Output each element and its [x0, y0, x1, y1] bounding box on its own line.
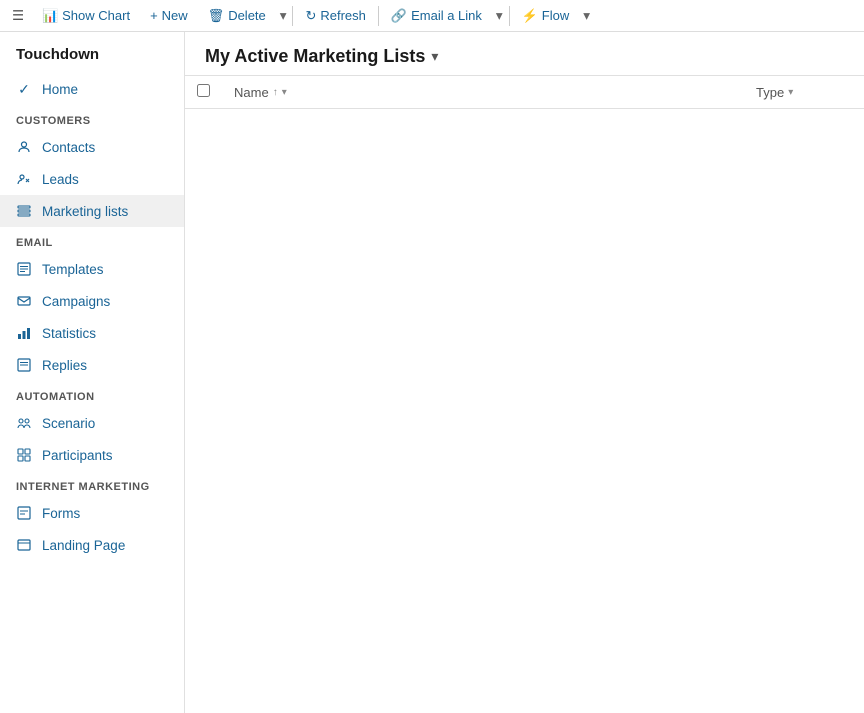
- sidebar-item-statistics[interactable]: Statistics: [0, 317, 184, 349]
- divider-3: [509, 6, 510, 26]
- flow-label: Flow: [542, 8, 569, 23]
- delete-label: Delete: [228, 8, 266, 23]
- new-button[interactable]: + New: [140, 0, 198, 31]
- trash-icon: 🗑: [208, 8, 225, 24]
- sidebar-item-leads[interactable]: Leads: [0, 163, 184, 195]
- email-link-label: Email a Link: [411, 8, 482, 23]
- content-title-dropdown[interactable]: ▾: [431, 48, 438, 65]
- campaigns-label: Campaigns: [42, 294, 168, 309]
- statistics-icon: [16, 325, 32, 341]
- show-chart-button[interactable]: 📊 Show Chart: [32, 0, 140, 31]
- flow-icon: ⚡: [522, 8, 538, 24]
- data-table: Name ↑ ▾ Type ▾: [185, 76, 864, 109]
- content-header: My Active Marketing Lists ▾: [185, 32, 864, 76]
- templates-label: Templates: [42, 262, 168, 277]
- forms-label: Forms: [42, 506, 168, 521]
- forms-icon: [16, 505, 32, 521]
- participants-icon: [16, 447, 32, 463]
- sidebar-item-campaigns[interactable]: Campaigns: [0, 285, 184, 317]
- marketing-lists-label: Marketing lists: [42, 204, 168, 219]
- landing-page-label: Landing Page: [42, 538, 168, 553]
- content-area: My Active Marketing Lists ▾ Name ↑ ▾: [185, 32, 864, 713]
- participants-label: Participants: [42, 448, 168, 463]
- sidebar-section-automation: Automation: [0, 381, 184, 407]
- marketing-lists-icon: [16, 203, 32, 219]
- refresh-icon: ↻: [305, 8, 316, 24]
- select-all-checkbox[interactable]: [197, 84, 210, 97]
- templates-icon: [16, 261, 32, 277]
- col-type-label: Type: [756, 85, 784, 100]
- sidebar-item-marketing-lists[interactable]: Marketing lists: [0, 195, 184, 227]
- hamburger-icon: ☰: [12, 8, 24, 24]
- sidebar-item-replies[interactable]: Replies: [0, 349, 184, 381]
- replies-label: Replies: [42, 358, 168, 373]
- divider-2: [378, 6, 379, 26]
- flow-dropdown-button[interactable]: ▾: [579, 0, 594, 31]
- sidebar-section-internet-marketing: Internet Marketing: [0, 471, 184, 497]
- col-name-label: Name: [234, 85, 269, 100]
- hamburger-button[interactable]: ☰: [4, 0, 32, 31]
- sidebar-item-contacts[interactable]: Contacts: [0, 131, 184, 163]
- sidebar-item-templates[interactable]: Templates: [0, 253, 184, 285]
- sidebar-section-email: Email: [0, 227, 184, 253]
- flow-button[interactable]: ⚡ Flow: [512, 0, 580, 31]
- contacts-icon: [16, 139, 32, 155]
- delete-button[interactable]: 🗑 Delete: [198, 0, 276, 31]
- refresh-label: Refresh: [320, 8, 366, 23]
- col-name: Name ↑ ▾: [222, 76, 744, 109]
- sidebar-section-customers: Customers: [0, 105, 184, 131]
- table-container: Name ↑ ▾ Type ▾: [185, 76, 864, 713]
- sidebar-item-home[interactable]: ✓ Home: [0, 73, 184, 105]
- sidebar-home-label: Home: [42, 82, 168, 97]
- chart-icon: 📊: [42, 8, 58, 24]
- app-title: Touchdown: [0, 32, 184, 73]
- toolbar: ☰ 📊 Show Chart + New 🗑 Delete ▾ ↻ Refres…: [0, 0, 864, 32]
- type-filter-icon[interactable]: ▾: [788, 87, 793, 98]
- scenario-label: Scenario: [42, 416, 168, 431]
- email-link-button[interactable]: 🔗 Email a Link: [381, 0, 492, 31]
- sidebar-item-participants[interactable]: Participants: [0, 439, 184, 471]
- sidebar-item-landing-page[interactable]: Landing Page: [0, 529, 184, 561]
- contacts-label: Contacts: [42, 140, 168, 155]
- scenario-icon: [16, 415, 32, 431]
- sidebar-item-scenario[interactable]: Scenario: [0, 407, 184, 439]
- col-checkbox: [185, 76, 222, 109]
- email-link-icon: 🔗: [391, 8, 407, 24]
- plus-icon: +: [150, 8, 158, 23]
- refresh-button[interactable]: ↻ Refresh: [295, 0, 375, 31]
- sidebar: Touchdown ✓ Home Customers Contacts Lead…: [0, 32, 185, 713]
- sort-asc-icon[interactable]: ↑: [273, 87, 278, 98]
- new-label: New: [162, 8, 188, 23]
- name-filter-icon[interactable]: ▾: [282, 87, 287, 98]
- leads-icon: [16, 171, 32, 187]
- check-icon: ✓: [16, 81, 32, 97]
- content-title: My Active Marketing Lists: [205, 46, 425, 67]
- campaigns-icon: [16, 293, 32, 309]
- col-type: Type ▾: [744, 76, 864, 109]
- statistics-label: Statistics: [42, 326, 168, 341]
- sidebar-item-forms[interactable]: Forms: [0, 497, 184, 529]
- landing-page-icon: [16, 537, 32, 553]
- main-layout: Touchdown ✓ Home Customers Contacts Lead…: [0, 32, 864, 713]
- email-link-dropdown-button[interactable]: ▾: [492, 0, 507, 31]
- leads-label: Leads: [42, 172, 168, 187]
- divider-1: [292, 6, 293, 26]
- delete-dropdown-button[interactable]: ▾: [276, 0, 291, 31]
- replies-icon: [16, 357, 32, 373]
- show-chart-label: Show Chart: [62, 8, 130, 23]
